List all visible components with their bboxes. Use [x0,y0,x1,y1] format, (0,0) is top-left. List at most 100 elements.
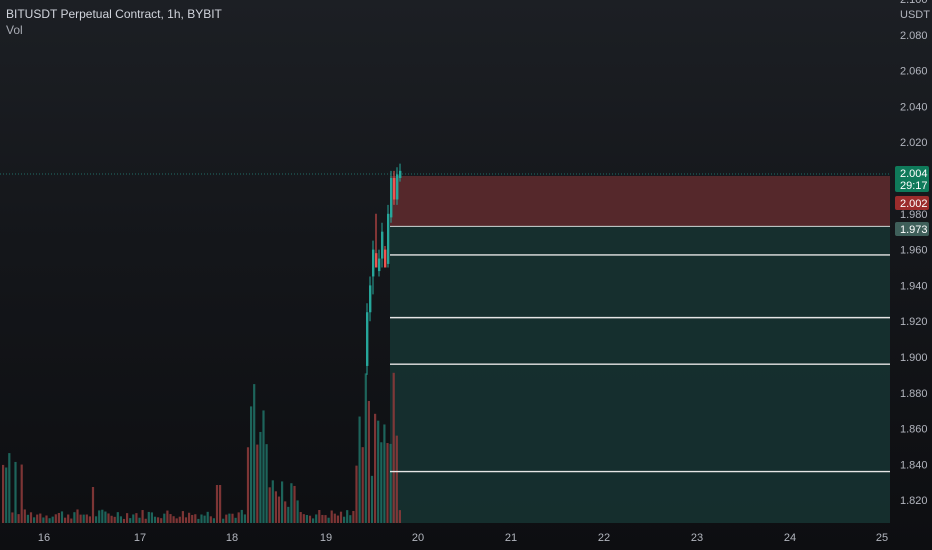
volume-bar [51,516,54,523]
volume-bar [274,491,277,523]
volume-bar [172,516,175,523]
candle-body[interactable] [375,253,378,268]
volume-bar [336,515,339,523]
volume-bar [160,518,163,523]
volume-bar [17,514,20,523]
volume-bar [253,384,256,523]
y-tick-label: 1.920 [900,316,928,328]
price-axis[interactable]: USDT 2.100 2.080 2.060 2.040 2.020 1.980 1.960… [900,0,930,507]
stop-level-value: 2.002 [900,198,928,210]
y-tick-label: 2.040 [900,101,928,113]
volume-bar [367,400,370,523]
volume-bar [126,513,129,523]
candle-body[interactable] [387,213,390,264]
volume-bar [346,510,349,523]
volume-bar [57,512,60,523]
volume-bar [88,516,91,523]
volume-bar [321,514,324,523]
stop-loss-zone[interactable] [390,176,890,227]
volume-bar [135,513,138,523]
y-tick-label: 1.940 [900,280,928,292]
candle-body[interactable] [390,178,393,218]
x-tick-label: 22 [598,532,610,544]
volume-bar [184,517,188,523]
volume-bar [386,443,389,523]
volume-bar [380,442,383,523]
volume-bars [2,372,401,523]
volume-bar [234,517,237,523]
volume-bar [324,515,327,523]
volume-bar [268,487,271,523]
volume-bar [287,506,290,523]
volume-bar [259,431,262,523]
volume-bar [215,485,219,523]
volume-bar [101,509,104,523]
volume-bar [296,500,299,523]
y-tick-label: 1.960 [900,245,928,257]
time-axis[interactable]: 16 17 18 19 20 21 22 23 24 25 [38,532,888,544]
x-tick-label: 24 [784,532,796,544]
y-tick-label: 1.980 [900,209,928,221]
volume-bar [200,514,203,523]
y-tick-label: 2.020 [900,137,928,149]
candle-body[interactable] [378,258,381,272]
volume-bar [119,516,122,523]
volume-bar [85,514,88,523]
candle-body[interactable] [393,178,396,200]
candle-body[interactable] [396,174,399,200]
volume-bar [231,513,234,523]
take-profit-zone[interactable] [390,226,890,523]
volume-bar [206,511,209,523]
volume-bar [166,510,169,523]
volume-bar [225,514,228,523]
volume-bar [178,516,181,523]
volume-bar [188,512,191,523]
volume-bar [48,518,51,523]
volume-bar [256,444,259,523]
candle-body[interactable] [384,249,387,268]
candle-body[interactable] [372,249,375,277]
volume-bar [163,513,166,523]
volume-bar [141,510,144,523]
volume-bar [398,510,401,523]
x-tick-label: 23 [691,532,703,544]
candle-body[interactable] [381,231,384,259]
volume-bar [361,447,364,523]
y-tick-label: 1.840 [900,459,928,471]
volume-bar [290,483,293,523]
volume-bar [339,511,343,523]
volume-bar [327,517,330,523]
volume-bar [333,513,336,523]
volume-bar [389,443,392,523]
volume-bar [5,467,8,523]
volume-bar [157,517,160,523]
x-tick-label: 19 [320,532,332,544]
volume-bar [82,514,85,523]
volume-bar [73,512,76,523]
volume-bar [116,512,119,523]
volume-bar [138,517,141,523]
x-tick-label: 20 [412,532,424,544]
candle-body[interactable] [369,285,372,313]
volume-bar [222,518,225,523]
x-tick-label: 21 [505,532,517,544]
volume-bar [42,517,45,523]
volume-bar [181,511,184,523]
price-chart[interactable]: USDT 2.100 2.080 2.060 2.040 2.020 1.980 1.960… [0,0,932,550]
volume-bar [312,518,315,523]
volume-bar [191,514,194,523]
volume-bar [20,464,23,523]
volume-bar [194,514,197,523]
volume-bar [277,496,281,523]
x-tick-label: 17 [134,532,146,544]
volume-bar [26,514,29,523]
volume-bar [8,453,11,523]
volume-bar [60,511,64,523]
candle-body[interactable] [399,170,402,178]
volume-bar [383,424,386,523]
currency-label: USDT [900,9,930,21]
x-tick-label: 18 [226,532,238,544]
entry-level-value: 1.973 [900,224,928,236]
candle-body[interactable] [366,312,369,366]
volume-bar [110,515,113,523]
